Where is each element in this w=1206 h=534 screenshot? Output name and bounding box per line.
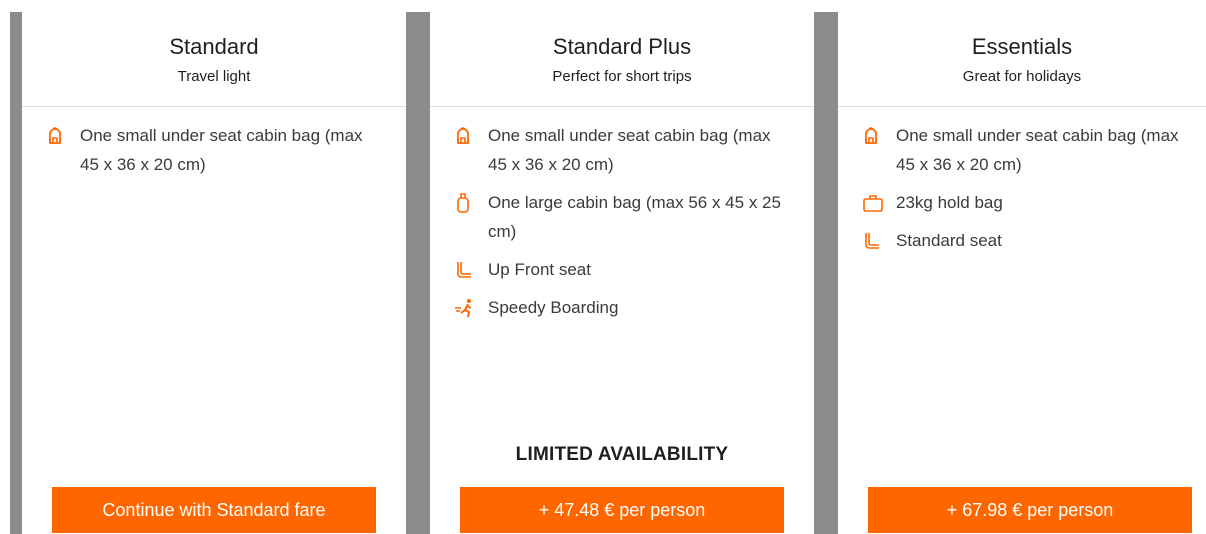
- suitcase-icon: [454, 188, 478, 217]
- feature-text: Up Front seat: [488, 260, 591, 279]
- feature-list: One small under seat cabin bag (max 45 x…: [838, 107, 1206, 255]
- continue-standard-fare-button[interactable]: Continue with Standard fare: [52, 487, 376, 533]
- backpack-icon: [862, 121, 886, 150]
- card-separator: [10, 12, 22, 534]
- fare-card-essentials: Essentials Great for holidays One small …: [838, 12, 1206, 534]
- card-separator: [406, 12, 430, 534]
- fare-title: Standard Plus: [552, 34, 692, 59]
- feature-item: One small under seat cabin bag (max 45 x…: [454, 121, 814, 179]
- seat-icon: [454, 255, 478, 284]
- running-person-icon: [454, 293, 478, 322]
- feature-text: 23kg hold bag: [896, 193, 1003, 212]
- feature-item: One large cabin bag (max 56 x 45 x 25 cm…: [454, 188, 814, 246]
- fare-card-header: Standard Travel light: [22, 12, 406, 107]
- feature-text: One large cabin bag (max 56 x 45 x 25 cm…: [488, 193, 781, 241]
- feature-text: Speedy Boarding: [488, 298, 619, 317]
- feature-item: Up Front seat: [454, 255, 814, 284]
- feature-text: One small under seat cabin bag (max 45 x…: [896, 126, 1179, 174]
- select-standard-plus-button[interactable]: + 47.48 € per person: [460, 487, 784, 533]
- backpack-icon: [46, 121, 70, 150]
- feature-item: One small under seat cabin bag (max 45 x…: [862, 121, 1206, 179]
- feature-text: One small under seat cabin bag (max 45 x…: [488, 126, 771, 174]
- limited-availability-label: LIMITED AVAILABILITY: [515, 444, 729, 465]
- feature-item: Speedy Boarding: [454, 293, 814, 322]
- fare-title: Standard: [169, 34, 259, 59]
- fare-card-header: Standard Plus Perfect for short trips: [430, 12, 814, 107]
- seat-icon: [862, 226, 886, 255]
- card-separator: [814, 12, 838, 534]
- feature-item: One small under seat cabin bag (max 45 x…: [46, 121, 406, 179]
- feature-list: One small under seat cabin bag (max 45 x…: [430, 107, 814, 322]
- feature-item: 23kg hold bag: [862, 188, 1206, 217]
- backpack-icon: [454, 121, 478, 150]
- select-essentials-button[interactable]: + 67.98 € per person: [868, 487, 1192, 533]
- fare-subtitle: Perfect for short trips: [552, 68, 692, 85]
- fare-subtitle: Great for holidays: [962, 68, 1082, 85]
- fare-title: Essentials: [971, 34, 1073, 59]
- feature-text: One small under seat cabin bag (max 45 x…: [80, 126, 363, 174]
- feature-list: One small under seat cabin bag (max 45 x…: [22, 107, 406, 179]
- fare-selection: Standard Travel light One small under se…: [0, 0, 1206, 534]
- feature-text: Standard seat: [896, 231, 1002, 250]
- fare-card-standard: Standard Travel light One small under se…: [22, 12, 406, 534]
- hold-bag-icon: [862, 188, 886, 217]
- feature-item: Standard seat: [862, 226, 1206, 255]
- fare-subtitle: Travel light: [177, 68, 251, 85]
- fare-card-header: Essentials Great for holidays: [838, 12, 1206, 107]
- fare-card-standard-plus: Standard Plus Perfect for short trips On…: [430, 12, 814, 534]
